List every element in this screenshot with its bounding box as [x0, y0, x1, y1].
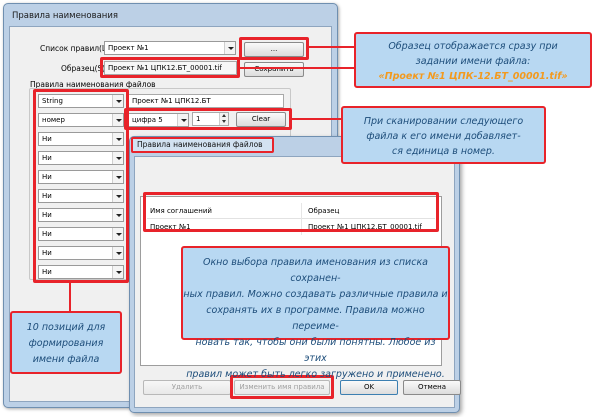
chevron-down-icon[interactable] [177, 114, 188, 126]
browse-button[interactable]: ... [244, 42, 304, 57]
rule-sample-cell: Проект №1 ЦПК12.БТ_00001.tif [301, 219, 422, 235]
callout-text: файла к его имени добавляет- [366, 131, 521, 142]
scan-callout: При сканировании следующего файла к его … [341, 106, 546, 164]
position-1-text[interactable]: Проект №1 ЦПК12.БТ [128, 94, 284, 108]
spin-arrows-icon[interactable] [219, 113, 228, 125]
callout-text: задании имени файла: [415, 56, 531, 67]
rule-name-cell: Проект №1 [150, 223, 191, 231]
rule-list-label: Список правил(L) [40, 44, 110, 53]
digits-combo[interactable]: цифра 5 [128, 113, 189, 127]
position-1-type-value: String [42, 97, 63, 105]
list-header: Имя соглашений Образец [147, 203, 435, 219]
chevron-down-icon[interactable] [112, 190, 123, 202]
column-header-name[interactable]: Имя соглашений [150, 203, 212, 219]
position-4-type[interactable]: Ни [38, 151, 124, 165]
position-10-type[interactable]: Ни [38, 265, 124, 279]
dialog-title: Правила наименования файлов [131, 137, 274, 153]
callout-text: Образец отображается сразу при [388, 41, 558, 52]
position-4-type-value: Ни [42, 154, 52, 162]
callout-text: 10 позиций для [26, 322, 106, 333]
position-7-type-value: Ни [42, 211, 52, 219]
callout-text: При сканировании следующего [363, 116, 524, 127]
chevron-down-icon[interactable] [112, 247, 123, 259]
column-header-sample[interactable]: Образец [301, 203, 339, 219]
clear-button[interactable]: Clear [236, 112, 286, 127]
connector-line [292, 118, 342, 120]
chevron-down-icon[interactable] [112, 152, 123, 164]
start-number-value: 1 [196, 115, 201, 123]
position-9-type-value: Ни [42, 249, 52, 257]
chevron-down-icon[interactable] [112, 209, 123, 221]
chevron-down-icon[interactable] [112, 266, 123, 278]
chevron-down-icon[interactable] [112, 228, 123, 240]
list-item[interactable]: Проект №1 Проект №1 ЦПК12.БТ_00001.tif [147, 219, 435, 235]
chevron-down-icon[interactable] [112, 133, 123, 145]
start-number-spinner[interactable]: 1 [192, 112, 229, 126]
position-10-type-value: Ни [42, 268, 52, 276]
rule-list-value: Проект №1 [108, 44, 149, 52]
position-8-type[interactable]: Ни [38, 227, 124, 241]
save-button[interactable]: Сохранить [244, 62, 304, 77]
position-7-type[interactable]: Ни [38, 208, 124, 222]
sample-field: Проект №1 ЦПК12.БТ_00001.tif [104, 61, 237, 75]
chevron-down-icon[interactable] [112, 114, 123, 126]
connector-line [309, 46, 355, 48]
position-9-type[interactable]: Ни [38, 246, 124, 260]
position-2-type-value: номер [42, 116, 65, 124]
position-6-type[interactable]: Ни [38, 189, 124, 203]
position-3-type-value: Ни [42, 135, 52, 143]
dialog-callout: Окно выбора правила именования из списка… [181, 246, 450, 380]
callout-text: сохранять их в программе. Правила можно … [206, 305, 425, 332]
callout-text: правил может быть легко загружено и прим… [186, 369, 445, 380]
connector-line [69, 283, 71, 311]
callout-text: ных правил. Можно создавать различные пр… [183, 289, 448, 300]
chevron-down-icon[interactable] [224, 42, 235, 54]
rule-list-combo[interactable]: Проект №1 [104, 41, 236, 55]
position-6-type-value: Ни [42, 192, 52, 200]
chevron-down-icon[interactable] [112, 171, 123, 183]
position-8-type-value: Ни [42, 230, 52, 238]
chevron-down-icon[interactable] [112, 95, 123, 107]
position-3-type[interactable]: Ни [38, 132, 124, 146]
window-title: Правила наименования [12, 11, 118, 21]
positions-callout: 10 позиций для формирования имени файла [10, 311, 122, 374]
position-5-type[interactable]: Ни [38, 170, 124, 184]
callout-filename: «Проект №1 ЦПК-12.БТ_00001.tif» [378, 71, 568, 82]
position-1-type[interactable]: String [38, 94, 124, 108]
callout-text: Окно выбора правила именования из списка… [202, 257, 429, 284]
sample-label: Образец(S) [61, 64, 106, 73]
position-5-type-value: Ни [42, 173, 52, 181]
digits-value: цифра 5 [132, 116, 163, 124]
callout-text: имени файла [32, 354, 100, 365]
connector-line [240, 67, 355, 69]
position-2-type[interactable]: номер [38, 113, 124, 127]
callout-text: формирования [28, 338, 104, 349]
callout-text: новать так, чтобы они были понятны. Любо… [195, 337, 436, 364]
sample-callout: Образец отображается сразу при задании и… [354, 32, 592, 88]
callout-text: ся единица в номер. [392, 146, 495, 157]
